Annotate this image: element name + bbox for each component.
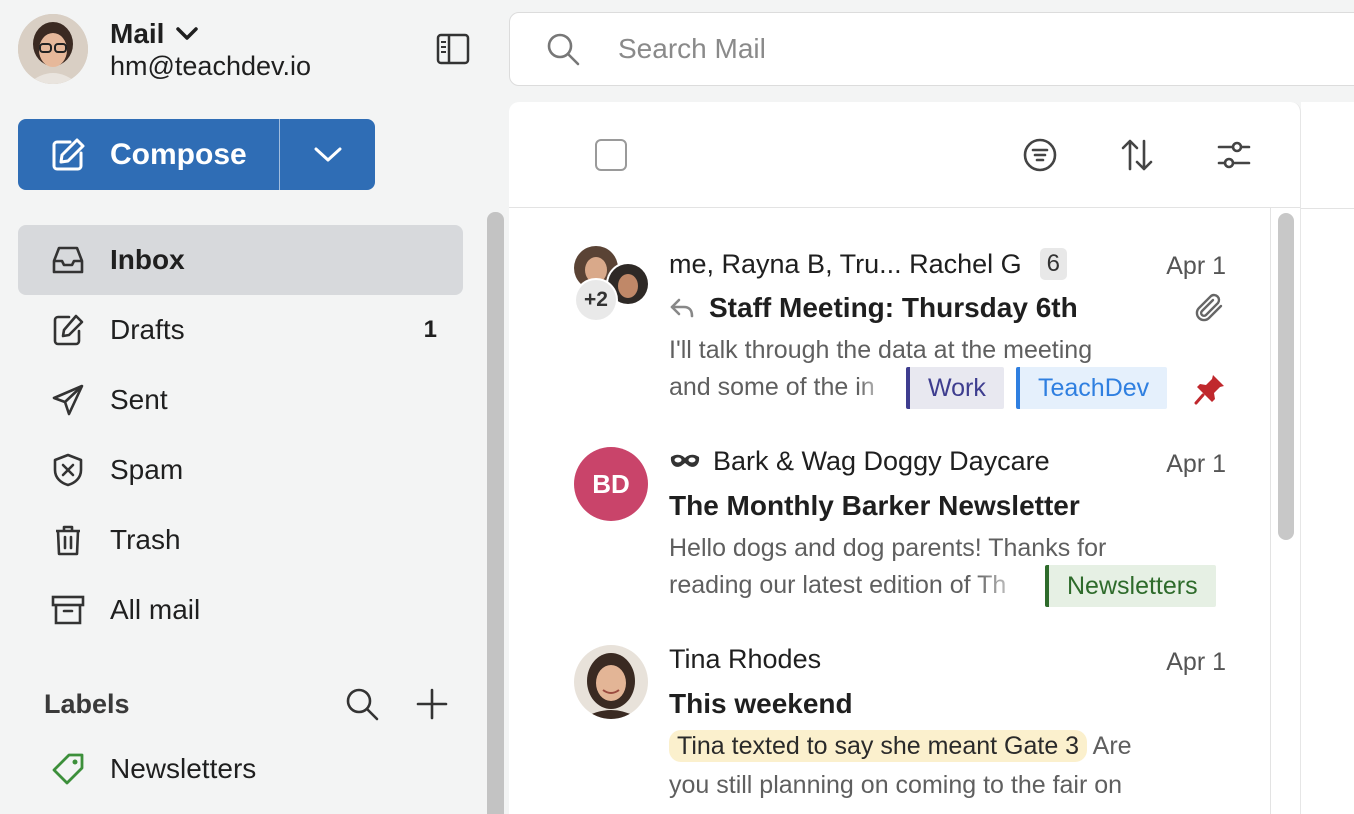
tag-icon xyxy=(50,751,86,787)
compose-options-button[interactable] xyxy=(280,119,375,190)
sort-icon xyxy=(1121,139,1153,171)
message-sender: me, Rayna B, Tru... Rachel G 6 xyxy=(669,248,1067,280)
message-preview-line1: I'll talk through the data at the meetin… xyxy=(669,336,1093,364)
attachment-icon xyxy=(1195,293,1223,322)
sidebar-scrollbar[interactable] xyxy=(487,212,504,814)
reading-pane-divider xyxy=(1301,208,1354,209)
sender-name: Bark & Wag Doggy Daycare xyxy=(713,446,1050,476)
highlighted-text: Tina texted to say she meant Gate 3 xyxy=(669,730,1088,762)
message-subject: This weekend xyxy=(669,688,853,719)
chevron-down-icon xyxy=(314,147,341,161)
preview-text: reading our latest edition of Th xyxy=(669,571,1007,599)
app-title: Mail xyxy=(110,18,165,49)
list-toolbar xyxy=(509,102,1300,208)
message-sender: Bark & Wag Doggy Daycare xyxy=(669,446,1050,477)
message-subject: Staff Meeting: Thursday 6th xyxy=(669,292,1078,324)
archive-icon xyxy=(50,592,86,628)
sidebar: Mail hm@teachdev.io Compose Inbox Drafts… xyxy=(0,0,480,814)
mailbox-nav: Inbox Drafts 1 Sent Spam Trash All mail xyxy=(18,225,463,645)
drafts-count: 1 xyxy=(423,316,437,343)
filter-button[interactable] xyxy=(1019,134,1061,176)
nav-label-sent: Sent xyxy=(110,384,168,415)
message-date: Apr 1 xyxy=(1166,648,1226,676)
add-label-button[interactable] xyxy=(410,682,454,726)
message-preview-line2: you still planning on coming to the fair… xyxy=(669,771,1123,799)
thread-count-badge: 6 xyxy=(1039,248,1067,280)
sender-names: me, Rayna B, Tru... Rachel G xyxy=(669,248,1022,279)
search-input[interactable] xyxy=(618,33,1218,65)
message-subject: The Monthly Barker Newsletter xyxy=(669,490,1080,521)
drafts-icon xyxy=(50,312,86,348)
compose-icon xyxy=(52,138,85,170)
toggle-sidebar-button[interactable] xyxy=(434,30,472,68)
nav-item-drafts[interactable]: Drafts 1 xyxy=(18,295,463,365)
list-scrollbar[interactable] xyxy=(1278,213,1294,540)
label-name: Newsletters xyxy=(110,753,257,784)
extra-participants-count: +2 xyxy=(584,288,608,311)
compose-button[interactable]: Compose xyxy=(18,119,280,190)
labels-title: Labels xyxy=(44,688,130,719)
sender-avatar-initials: BD xyxy=(574,447,648,521)
search-bar xyxy=(509,12,1354,86)
sliders-icon xyxy=(1217,141,1251,169)
preview-text: Are xyxy=(1092,732,1132,760)
message-preview-line1: Hello dogs and dog parents! Thanks for xyxy=(669,534,1107,562)
compose-button-group: Compose xyxy=(18,119,375,190)
sort-button[interactable] xyxy=(1116,134,1158,176)
message-preview-line2: and some of the in xyxy=(669,369,891,406)
pin-icon[interactable] xyxy=(1194,373,1226,405)
nav-label-spam: Spam xyxy=(110,454,184,485)
labels-header: Labels xyxy=(44,680,454,728)
nav-item-all-mail[interactable]: All mail xyxy=(18,575,463,645)
reading-pane xyxy=(1301,102,1354,814)
preview-text: and some of the in xyxy=(669,373,875,401)
search-labels-button[interactable] xyxy=(340,682,384,726)
participant-avatars: +2 xyxy=(574,246,654,326)
trash-icon xyxy=(50,522,86,558)
tag-work[interactable]: Work xyxy=(906,367,1004,409)
tag-teachdev[interactable]: TeachDev xyxy=(1016,367,1168,409)
replied-icon xyxy=(670,298,694,318)
inbox-icon xyxy=(50,242,86,278)
subject-text: Staff Meeting: Thursday 6th xyxy=(709,292,1078,323)
filter-icon xyxy=(1023,138,1057,172)
message-list: +2 me, Rayna B, Tru... Rachel G 6 Apr 1 … xyxy=(509,102,1301,814)
message-date: Apr 1 xyxy=(1166,450,1226,478)
message-sender: Tina Rhodes xyxy=(669,644,822,674)
message-date: Apr 1 xyxy=(1166,252,1226,280)
nav-item-trash[interactable]: Trash xyxy=(18,505,463,575)
message-preview-line2: reading our latest edition of Th xyxy=(669,567,1029,604)
nav-label-drafts: Drafts xyxy=(110,314,185,345)
search-icon xyxy=(346,688,379,721)
account-title[interactable]: Mail xyxy=(110,17,311,51)
compose-label: Compose xyxy=(110,137,247,171)
participant-avatar-images xyxy=(574,246,650,322)
tag-newsletters[interactable]: Newsletters xyxy=(1045,565,1216,607)
nav-label-inbox: Inbox xyxy=(110,244,185,275)
nav-item-spam[interactable]: Spam xyxy=(18,435,463,505)
nav-label-all-mail: All mail xyxy=(110,594,201,625)
send-icon xyxy=(50,382,86,418)
nav-item-inbox[interactable]: Inbox xyxy=(18,225,463,295)
search-icon xyxy=(547,33,580,66)
message-preview-line1: Tina texted to say she meant Gate 3 Are xyxy=(669,728,1132,765)
view-settings-button[interactable] xyxy=(1213,134,1255,176)
nav-label-trash: Trash xyxy=(110,524,181,555)
label-item-newsletters[interactable]: Newsletters xyxy=(18,735,463,803)
account-switcher[interactable]: Mail hm@teachdev.io xyxy=(18,14,311,84)
account-email: hm@teachdev.io xyxy=(110,51,312,81)
plus-icon xyxy=(416,688,448,720)
chevron-down-icon xyxy=(176,27,199,40)
sender-avatar xyxy=(574,645,648,719)
select-all-checkbox[interactable] xyxy=(595,139,627,171)
user-avatar xyxy=(18,14,88,84)
spam-shield-icon xyxy=(50,452,86,488)
nav-item-sent[interactable]: Sent xyxy=(18,365,463,435)
mask-icon xyxy=(670,454,700,467)
list-scroll-divider xyxy=(1270,208,1271,814)
sidebar-panel-icon xyxy=(436,33,470,65)
